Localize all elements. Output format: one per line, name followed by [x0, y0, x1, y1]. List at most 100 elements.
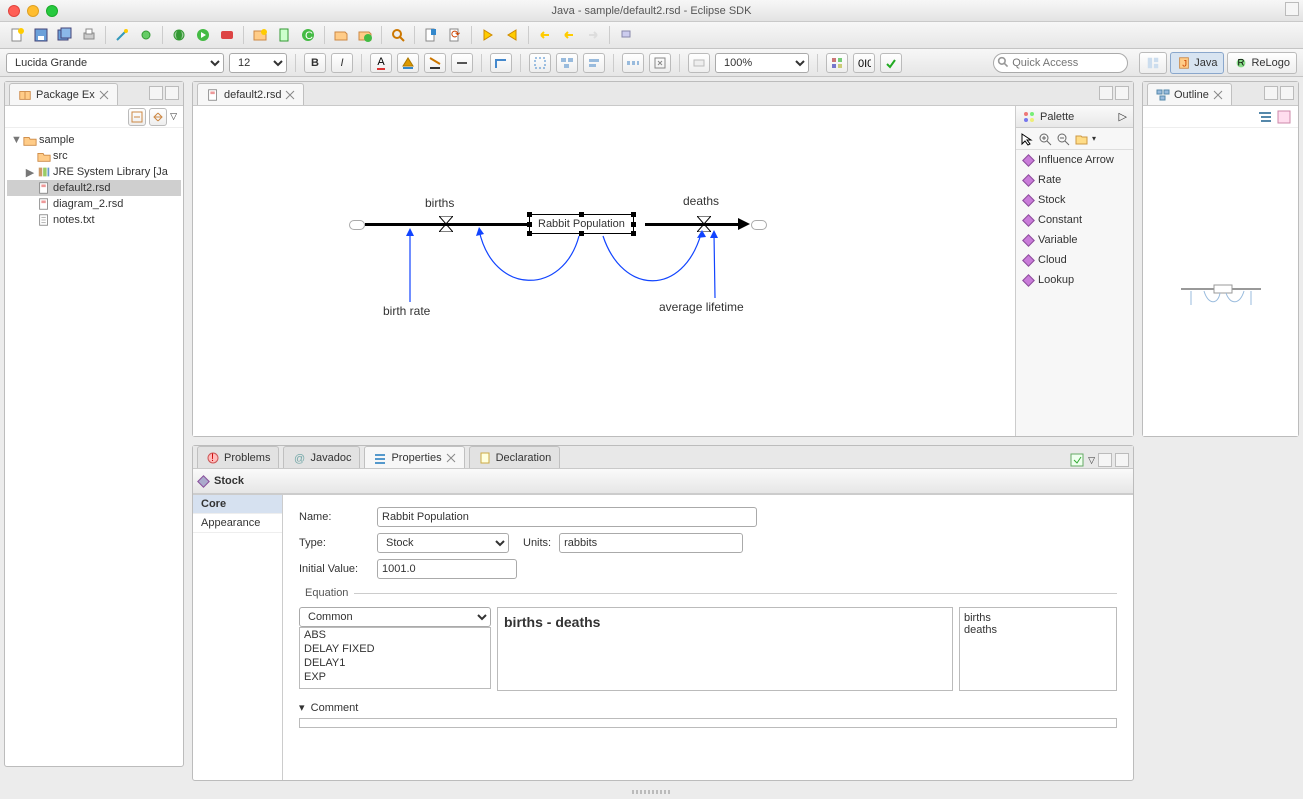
editor-tab-default2[interactable]: default2.rsd — [197, 83, 304, 105]
font-color-button[interactable]: A — [370, 53, 392, 73]
close-icon[interactable] — [285, 90, 295, 100]
open-perspective-button[interactable] — [1139, 52, 1167, 74]
flow-deaths[interactable] — [645, 223, 740, 226]
palette-header[interactable]: Palette ▷ — [1016, 106, 1133, 128]
tree-default2-rsd[interactable]: default2.rsd — [7, 180, 181, 196]
font-size-select[interactable]: 12 — [229, 53, 287, 73]
valve-deaths[interactable] — [697, 216, 711, 232]
toggle-mark-button[interactable] — [420, 24, 442, 46]
units-field[interactable] — [559, 533, 743, 553]
distribute-button[interactable] — [622, 53, 644, 73]
grid-button[interactable] — [826, 53, 848, 73]
valve-births[interactable] — [439, 216, 453, 232]
close-icon[interactable] — [1213, 90, 1223, 100]
palette-stock[interactable]: Stock — [1016, 190, 1133, 210]
hide-button[interactable] — [688, 53, 710, 73]
palette-influence-arrow[interactable]: Influence Arrow — [1016, 150, 1133, 170]
tree-notes-txt[interactable]: notes.txt — [7, 212, 181, 228]
relogo-perspective-button[interactable]: RReLogo — [1227, 52, 1297, 74]
collapse-all-button[interactable] — [128, 108, 146, 126]
name-field[interactable] — [377, 507, 757, 527]
back-history-button[interactable] — [558, 24, 580, 46]
tab-javadoc[interactable]: @Javadoc — [283, 446, 360, 468]
package-explorer-tab[interactable]: Package Ex — [9, 83, 118, 105]
tree-project[interactable]: ▼sample — [7, 132, 181, 148]
run-button[interactable] — [192, 24, 214, 46]
zoom-in-icon[interactable] — [1038, 132, 1052, 146]
tab-declaration[interactable]: Declaration — [469, 446, 561, 468]
new-type-button[interactable] — [273, 24, 295, 46]
resize-grip-icon[interactable] — [632, 790, 672, 794]
palette-constant[interactable]: Constant — [1016, 210, 1133, 230]
next-annotation-button[interactable] — [477, 24, 499, 46]
font-select[interactable]: Lucida Grande — [6, 53, 224, 73]
tab-problems[interactable]: !Problems — [197, 446, 279, 468]
dropdown-icon[interactable]: ▾ — [1092, 134, 1096, 143]
comment-field[interactable] — [299, 718, 1117, 728]
close-icon[interactable] — [446, 453, 456, 463]
variable-list[interactable]: birthsdeaths — [959, 607, 1117, 691]
bold-button[interactable]: B — [304, 53, 326, 73]
search-button[interactable] — [387, 24, 409, 46]
minimize-view-button[interactable] — [149, 86, 163, 100]
maximize-view-button[interactable] — [165, 86, 179, 100]
palette-variable[interactable]: Variable — [1016, 230, 1133, 250]
line-color-button[interactable] — [424, 53, 446, 73]
chevron-right-icon[interactable]: ▷ — [1119, 110, 1127, 123]
italic-button[interactable]: I — [331, 53, 353, 73]
zoom-select[interactable]: 100% — [715, 53, 809, 73]
tools-button[interactable] — [135, 24, 157, 46]
open-type-button[interactable] — [354, 24, 376, 46]
maximize-view-button[interactable] — [1280, 86, 1294, 100]
link-editor-button[interactable] — [149, 108, 167, 126]
prop-tab-core[interactable]: Core — [193, 495, 282, 514]
comment-toggle[interactable]: ▾ Comment — [299, 701, 1117, 714]
wand-button[interactable] — [111, 24, 133, 46]
sync-button[interactable]: ⟳ — [444, 24, 466, 46]
cloud-source[interactable] — [349, 220, 365, 230]
initial-value-field[interactable] — [377, 559, 517, 579]
palette-lookup[interactable]: Lookup — [1016, 270, 1133, 290]
open-task-button[interactable] — [330, 24, 352, 46]
pointer-icon[interactable] — [1020, 132, 1034, 146]
tree-diagram2-rsd[interactable]: diagram_2.rsd — [7, 196, 181, 212]
view-menu-button[interactable]: ▽ — [170, 111, 177, 122]
stock-rabbit-population[interactable]: Rabbit Population — [529, 214, 634, 234]
save-all-button[interactable] — [54, 24, 76, 46]
window-corner-icon[interactable] — [1285, 2, 1299, 16]
prev-annotation-button[interactable] — [501, 24, 523, 46]
function-list[interactable]: ABSDELAY FIXEDDELAY1EXP — [299, 627, 491, 689]
maximize-view-button[interactable] — [1115, 453, 1129, 467]
prop-tab-appearance[interactable]: Appearance — [193, 514, 282, 533]
run-ext-button[interactable] — [216, 24, 238, 46]
arrange-button[interactable] — [556, 53, 578, 73]
minimize-editor-button[interactable] — [1099, 86, 1113, 100]
tree-src[interactable]: src — [7, 148, 181, 164]
pin-button[interactable] — [615, 24, 637, 46]
new-button[interactable] — [6, 24, 28, 46]
save-button[interactable] — [30, 24, 52, 46]
tree-jre[interactable]: ▶JRE System Library [Ja — [7, 164, 181, 180]
outline-mode-tree-button[interactable] — [1257, 109, 1273, 125]
new-class-button[interactable]: C — [297, 24, 319, 46]
minimize-view-button[interactable] — [1098, 453, 1112, 467]
view-menu-button[interactable]: ▽ — [1088, 455, 1095, 466]
new-package-button[interactable] — [249, 24, 271, 46]
print-button[interactable] — [78, 24, 100, 46]
fill-color-button[interactable] — [397, 53, 419, 73]
palette-cloud[interactable]: Cloud — [1016, 250, 1133, 270]
maximize-editor-button[interactable] — [1115, 86, 1129, 100]
diagram-canvas[interactable]: births Rabbit Population deaths birth ra… — [193, 106, 1015, 436]
show-categories-button[interactable] — [1069, 452, 1085, 468]
function-group-select[interactable]: Common — [299, 607, 491, 627]
snap-button[interactable]: 0I0 — [853, 53, 875, 73]
select-all-button[interactable] — [529, 53, 551, 73]
forward-history-button[interactable] — [582, 24, 604, 46]
debug-button[interactable] — [168, 24, 190, 46]
router-button[interactable] — [490, 53, 512, 73]
zoom-out-icon[interactable] — [1056, 132, 1070, 146]
validate-button[interactable] — [880, 53, 902, 73]
equation-field[interactable]: births - deaths — [497, 607, 953, 691]
cloud-sink[interactable] — [751, 220, 767, 230]
tab-properties[interactable]: Properties — [364, 446, 464, 468]
